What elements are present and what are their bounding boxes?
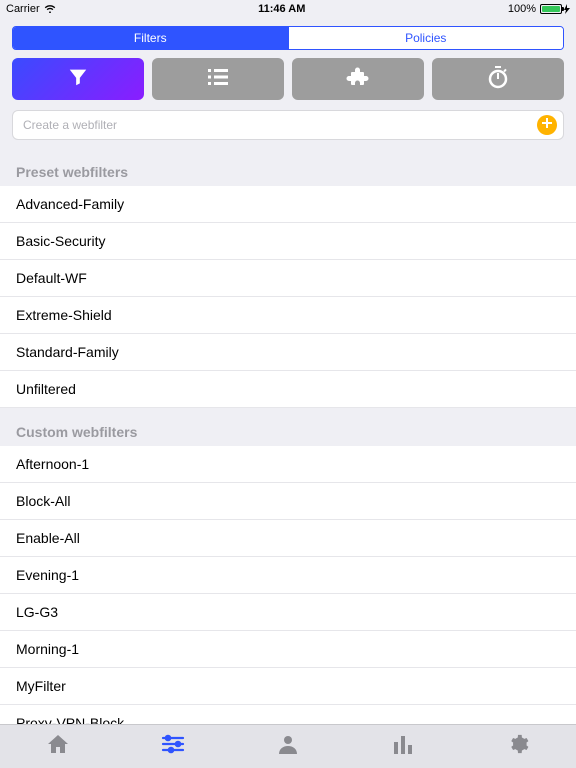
- tile-plugins[interactable]: [292, 58, 424, 100]
- tab-home[interactable]: [0, 725, 115, 768]
- funnel-icon: [67, 66, 89, 93]
- carrier-label: Carrier: [6, 3, 40, 15]
- tile-webfilter[interactable]: [12, 58, 144, 100]
- user-icon: [277, 733, 299, 760]
- tab-user[interactable]: [230, 725, 345, 768]
- battery-percent: 100%: [508, 3, 536, 15]
- list-icon: [206, 67, 230, 92]
- webfilter-list[interactable]: Preset webfiltersAdvanced-FamilyBasic-Se…: [0, 148, 576, 724]
- sliders-icon: [161, 734, 185, 759]
- list-item[interactable]: Block-All: [0, 483, 576, 520]
- gear-icon: [507, 733, 529, 760]
- list-item[interactable]: Basic-Security: [0, 223, 576, 260]
- clock: 11:46 AM: [258, 3, 305, 15]
- list-item[interactable]: Afternoon-1: [0, 446, 576, 483]
- plus-icon: [541, 116, 553, 134]
- list-item[interactable]: Morning-1: [0, 631, 576, 668]
- wifi-icon: [44, 3, 56, 16]
- list-item[interactable]: LG-G3: [0, 594, 576, 631]
- segment-filters[interactable]: Filters: [13, 27, 288, 49]
- category-tiles: [12, 58, 564, 100]
- list-item[interactable]: Advanced-Family: [0, 186, 576, 223]
- list-item[interactable]: Evening-1: [0, 557, 576, 594]
- tab-bar: [0, 724, 576, 768]
- list-item[interactable]: Default-WF: [0, 260, 576, 297]
- section-header: Preset webfilters: [0, 148, 576, 186]
- puzzle-icon: [346, 65, 370, 94]
- tile-schedule[interactable]: [432, 58, 564, 100]
- tab-settings[interactable]: [461, 725, 576, 768]
- list-item[interactable]: MyFilter: [0, 668, 576, 705]
- add-webfilter-button[interactable]: [537, 115, 557, 135]
- bar-chart-icon: [392, 734, 414, 759]
- list-item[interactable]: Standard-Family: [0, 334, 576, 371]
- stopwatch-icon: [486, 65, 510, 94]
- battery-icon: [540, 4, 570, 14]
- create-webfilter-input[interactable]: [23, 118, 537, 132]
- list-item[interactable]: Enable-All: [0, 520, 576, 557]
- segment-policies[interactable]: Policies: [288, 27, 564, 49]
- section-header: Custom webfilters: [0, 408, 576, 446]
- create-webfilter-row: [12, 110, 564, 140]
- tab-stats[interactable]: [346, 725, 461, 768]
- segmented-control: Filters Policies: [12, 26, 564, 50]
- tile-lists[interactable]: [152, 58, 284, 100]
- list-item[interactable]: Unfiltered: [0, 371, 576, 408]
- tab-filters[interactable]: [115, 725, 230, 768]
- home-icon: [46, 733, 70, 760]
- list-item[interactable]: Extreme-Shield: [0, 297, 576, 334]
- status-bar: Carrier 11:46 AM 100%: [0, 0, 576, 18]
- top-controls: Filters Policies: [0, 18, 576, 150]
- list-item[interactable]: Proxy-VPN-Block: [0, 705, 576, 724]
